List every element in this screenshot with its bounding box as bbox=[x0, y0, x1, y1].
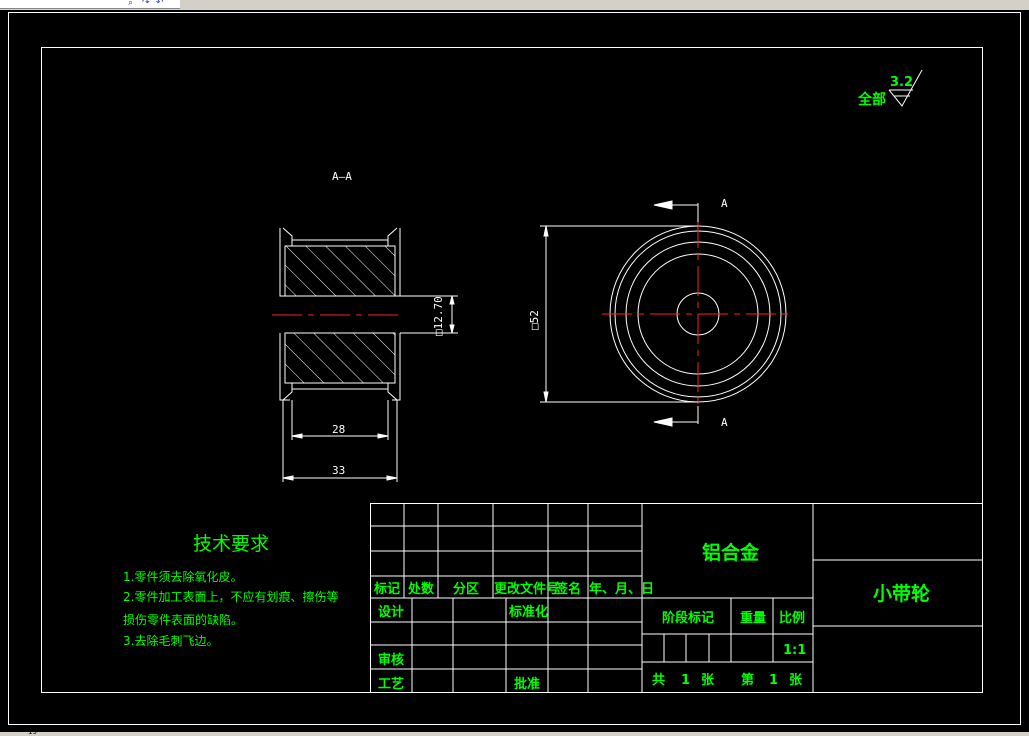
dim-outer: □52 bbox=[528, 310, 541, 330]
sheet-number: 1 bbox=[769, 673, 778, 688]
roughness-symbol: 全部 3.2 bbox=[857, 69, 923, 108]
header-date: 年、月、日 bbox=[589, 581, 654, 597]
part-name: 小带轮 bbox=[873, 582, 930, 605]
zoom-icon[interactable]: ⌕ bbox=[128, 0, 133, 8]
cut-label-bottom: A bbox=[721, 416, 728, 429]
roughness-value: 3.2 bbox=[890, 75, 913, 90]
header-mark: 标记 bbox=[373, 581, 400, 597]
coordinate-readout: 19 bbox=[28, 728, 37, 736]
drawing-viewport[interactable]: 全部 3.2 A—A □12.70 28 33 □52 A A 技术要求 1.零… bbox=[2, 10, 1027, 732]
tech-item-4: 3.去除毛刺飞边。 bbox=[123, 633, 218, 648]
header-count: 处数 bbox=[407, 581, 435, 597]
drawing-tab[interactable] bbox=[0, 0, 180, 9]
label-approve: 批准 bbox=[514, 676, 540, 692]
label-standardize: 标准化 bbox=[508, 604, 548, 620]
label-stage: 阶段标记 bbox=[662, 610, 714, 626]
dim-bore: □12.70 bbox=[432, 296, 445, 336]
sheets-total-label: 共 bbox=[652, 672, 665, 688]
tech-requirements: 技术要求 1.零件须去除氧化皮。 2.零件加工表面上，不应有划痕、擦伤等 损伤零… bbox=[123, 533, 338, 648]
header-doc-no: 更改文件号 bbox=[494, 581, 559, 597]
window-top-bar: ⌕ ↷ ↶ bbox=[0, 0, 1029, 10]
redo-icon[interactable]: ↷ bbox=[142, 0, 150, 8]
sheets-total-unit: 张 bbox=[701, 673, 715, 688]
tech-item-1: 1.零件须去除氧化皮。 bbox=[123, 569, 242, 584]
status-strip bbox=[0, 732, 1029, 736]
dim-width-outer: 33 bbox=[332, 464, 345, 477]
label-review: 审核 bbox=[378, 652, 404, 668]
label-weight: 重量 bbox=[740, 610, 766, 626]
cut-label-top: A bbox=[721, 197, 728, 210]
sheet-number-unit: 张 bbox=[789, 673, 803, 688]
sheet-number-label: 第 bbox=[741, 672, 754, 688]
sheets-total: 1 bbox=[681, 673, 690, 688]
material: 铝合金 bbox=[702, 541, 760, 564]
tech-item-2: 2.零件加工表面上，不应有划痕、擦伤等 bbox=[123, 589, 338, 604]
roughness-prefix: 全部 bbox=[857, 91, 886, 108]
header-zone: 分区 bbox=[453, 581, 479, 597]
dim-width-inner: 28 bbox=[332, 423, 345, 436]
label-design: 设计 bbox=[378, 604, 404, 620]
front-view bbox=[540, 200, 794, 427]
tech-title: 技术要求 bbox=[193, 533, 269, 555]
undo-icon[interactable]: ↶ bbox=[156, 0, 164, 8]
section-label: A—A bbox=[332, 170, 352, 183]
tech-item-3: 损伤零件表面的缺陷。 bbox=[123, 612, 243, 627]
section-view bbox=[272, 227, 458, 482]
header-signature: 签名 bbox=[554, 581, 581, 597]
label-scale: 比例 bbox=[779, 610, 805, 626]
scale-value: 1:1 bbox=[783, 643, 806, 658]
label-process: 工艺 bbox=[378, 676, 404, 692]
